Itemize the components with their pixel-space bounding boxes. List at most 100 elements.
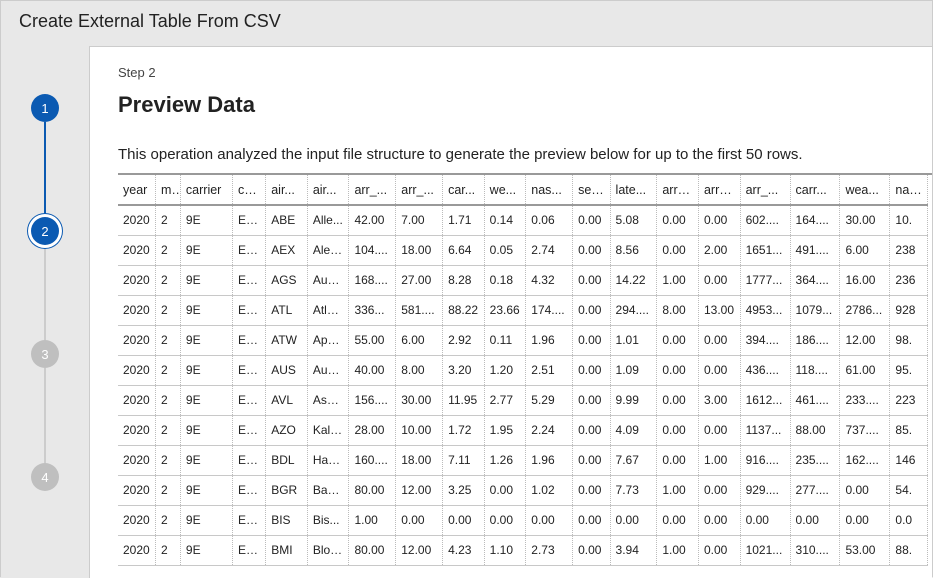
step-4[interactable]: 4 [31,463,59,491]
table-cell: 2020 [118,325,155,355]
column-header[interactable]: carr... [790,175,840,205]
table-cell: 9E [180,445,232,475]
table-cell: 30.00 [396,385,443,415]
table-cell: En... [232,475,265,505]
table-row[interactable]: 202029EEn...AVLAsh...156....30.0011.952.… [118,385,928,415]
column-header[interactable]: arr_... [698,175,740,205]
column-header[interactable]: wea... [840,175,890,205]
table-cell: 0.14 [484,205,526,235]
table-cell: 0.00 [698,355,740,385]
table-cell: 54. [890,475,928,505]
table-cell: 85. [890,415,928,445]
table-cell: 2020 [118,355,155,385]
table-cell: 0.00 [610,505,657,535]
step-1[interactable]: 1 [31,94,59,122]
table-cell: 0.00 [573,325,610,355]
table-cell: 0.00 [698,415,740,445]
table-cell: 235.... [790,445,840,475]
table-cell: 2 [155,235,180,265]
table-cell: 4.09 [610,415,657,445]
table-cell: 1.20 [484,355,526,385]
table-cell: 53.00 [840,535,890,565]
table-row[interactable]: 202029EEn...BDLHart...160....18.007.111.… [118,445,928,475]
table-cell: 174.... [526,295,573,325]
table-row[interactable]: 202029EEn...BMIBloo...80.0012.004.231.10… [118,535,928,565]
table-cell: 2020 [118,535,155,565]
column-header[interactable]: arr_... [657,175,699,205]
table-cell: 233.... [840,385,890,415]
table-cell: 294.... [610,295,657,325]
table-cell: App... [307,325,349,355]
preview-table: yearm...carrierca...air...air...arr_...a… [118,175,928,566]
column-header[interactable]: arr_... [740,175,790,205]
column-header[interactable]: sec... [573,175,610,205]
table-cell: AUS [266,355,308,385]
table-cell: 160.... [349,445,396,475]
table-cell: 2020 [118,445,155,475]
table-cell: 0.11 [484,325,526,355]
table-cell: 7.73 [610,475,657,505]
table-cell: 7.67 [610,445,657,475]
column-header[interactable]: arr_... [396,175,443,205]
column-header[interactable]: nas... [526,175,573,205]
table-row[interactable]: 202029EEn...AEXAlex...104....18.006.640.… [118,235,928,265]
table-cell: 602.... [740,205,790,235]
table-cell: 9E [180,475,232,505]
page-title: Preview Data [118,92,932,118]
column-header[interactable]: air... [307,175,349,205]
column-header[interactable]: arr_... [349,175,396,205]
table-cell: 1021... [740,535,790,565]
column-header[interactable]: air... [266,175,308,205]
table-cell: 2 [155,205,180,235]
table-cell: 0.00 [484,505,526,535]
table-cell: En... [232,415,265,445]
column-header[interactable]: ca... [232,175,265,205]
description: This operation analyzed the input file s… [118,146,932,163]
column-header[interactable]: nas... [890,175,928,205]
table-cell: 118.... [790,355,840,385]
table-cell: Atla... [307,295,349,325]
table-cell: 3.00 [698,385,740,415]
table-cell: 2 [155,415,180,445]
table-row[interactable]: 202029EEn...AGSAug...168....27.008.280.1… [118,265,928,295]
column-header[interactable]: late... [610,175,657,205]
table-cell: 3.94 [610,535,657,565]
table-row[interactable]: 202029EEn...ABEAlle...42.007.001.710.140… [118,205,928,235]
table-cell: 1.00 [657,265,699,295]
table-cell: 11.95 [443,385,485,415]
table-cell: 6.00 [396,325,443,355]
step-3[interactable]: 3 [31,340,59,368]
table-cell: 0.18 [484,265,526,295]
table-cell: 0.00 [396,505,443,535]
table-row[interactable]: 202029EEn...BISBis...1.000.000.000.000.0… [118,505,928,535]
preview-table-wrap: yearm...carrierca...air...air...arr_...a… [118,173,932,566]
table-cell: 2.77 [484,385,526,415]
column-header[interactable]: car... [443,175,485,205]
column-header[interactable]: carrier [180,175,232,205]
step-2[interactable]: 2 [31,217,59,245]
table-row[interactable]: 202029EEn...BGRBan...80.0012.003.250.001… [118,475,928,505]
table-row[interactable]: 202029EEn...AZOKala...28.0010.001.721.95… [118,415,928,445]
table-cell: 491.... [790,235,840,265]
table-cell: 2 [155,295,180,325]
table-row[interactable]: 202029EEn...ATLAtla...336...581....88.22… [118,295,928,325]
column-header[interactable]: m... [155,175,180,205]
table-cell: 2.73 [526,535,573,565]
table-cell: 1651... [740,235,790,265]
table-row[interactable]: 202029EEn...AUSAust...40.008.003.201.202… [118,355,928,385]
table-cell: 0.00 [657,445,699,475]
table-cell: En... [232,445,265,475]
table-cell: 2 [155,265,180,295]
table-cell: 1.00 [657,535,699,565]
table-cell: 6.00 [840,235,890,265]
table-cell: ATW [266,325,308,355]
table-cell: 0.00 [840,475,890,505]
table-cell: 1079... [790,295,840,325]
table-row[interactable]: 202029EEn...ATWApp...55.006.002.920.111.… [118,325,928,355]
table-cell: 436.... [740,355,790,385]
table-cell: 1.00 [657,475,699,505]
table-cell: 80.00 [349,475,396,505]
table-cell: 2 [155,475,180,505]
column-header[interactable]: we... [484,175,526,205]
column-header[interactable]: year [118,175,155,205]
